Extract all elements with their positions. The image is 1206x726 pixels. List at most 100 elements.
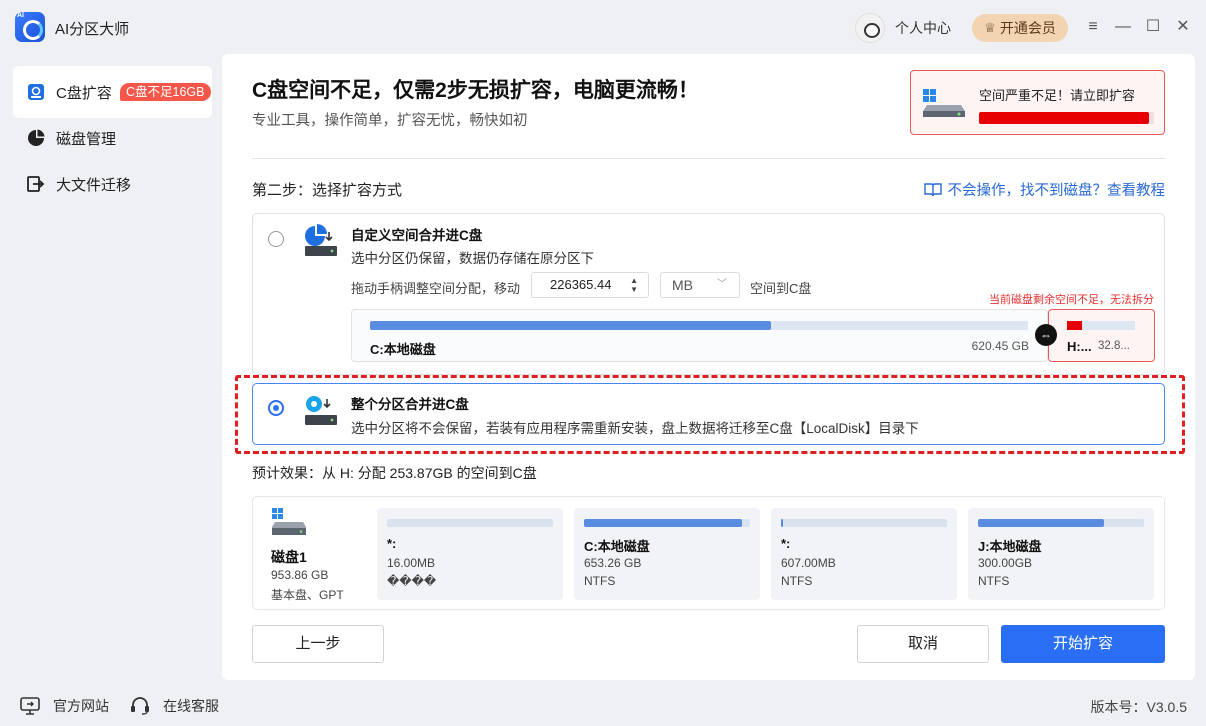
- radio-whole-merge[interactable]: [268, 400, 284, 416]
- warning-usage-fill: [979, 112, 1149, 124]
- move-amount-input[interactable]: 226365.44 ▲ ▼: [531, 272, 649, 298]
- sidebar-item-large-file-migrate[interactable]: 大文件迁移: [13, 158, 212, 210]
- space-warning-box: 空间严重不足！请立即扩容: [910, 70, 1165, 135]
- tutorial-link[interactable]: 不会操作，找不到磁盘？查看教程: [923, 179, 1165, 200]
- partition-card[interactable]: *: 607.00MB NTFS: [771, 508, 957, 600]
- partition-usage-bar: [781, 519, 947, 527]
- pie-chart-icon: [28, 129, 45, 146]
- option-desc: 选中分区仍保留，数据仍存储在原分区下: [351, 251, 594, 266]
- forecast-text: 预计效果：从 H: 分配 253.87GB 的空间到C盘: [252, 465, 537, 481]
- disk-type: 基本盘、GPT: [271, 588, 344, 602]
- partition-usage-fill: [978, 519, 1105, 527]
- disk-plus-icon: [28, 84, 44, 100]
- partition-usage-bar: [978, 519, 1144, 527]
- partition-name: C:本地磁盘: [584, 539, 650, 554]
- partition-fs: NTFS: [584, 574, 616, 588]
- online-support-link[interactable]: 在线客服: [130, 696, 219, 716]
- c-drive-usage-bar: [370, 321, 1028, 330]
- online-support-label: 在线客服: [163, 698, 219, 714]
- menu-icon[interactable]: ≡: [1083, 16, 1103, 38]
- partition-size: 653.26 GB: [584, 556, 642, 570]
- windows-disk-icon: [272, 508, 306, 535]
- partition-card[interactable]: *: 16.00MB ����: [377, 508, 563, 600]
- warning-usage-bar: [979, 112, 1154, 124]
- merge-drive-icon: [305, 396, 337, 425]
- chevron-down-icon: ﹀: [717, 279, 727, 290]
- official-website-label: 官方网站: [53, 698, 109, 714]
- sidebar-item-disk-manage[interactable]: 磁盘管理: [13, 112, 212, 164]
- windows-drive-icon: [923, 89, 965, 117]
- divider: [252, 158, 1165, 159]
- partition-size: 16.00MB: [387, 556, 436, 570]
- user-center-button[interactable]: 个人中心: [855, 13, 951, 43]
- sidebar-item-label: 大文件迁移: [56, 176, 132, 194]
- option-whole-merge[interactable]: 整个分区合并进C盘 选中分区将不会保留，若装有应用程序需重新安装，盘上数据将迁移…: [252, 383, 1165, 445]
- main-panel: C盘空间不足，仅需2步无损扩容，电脑更流畅！ 专业工具，操作简单，扩容无忧，畅快…: [222, 54, 1195, 680]
- partition-card[interactable]: J:本地磁盘 300.00GB NTFS: [968, 508, 1154, 600]
- sidebar-item-label: 磁盘管理: [56, 130, 117, 148]
- h-drive-name: H:...: [1067, 339, 1092, 354]
- h-drive-block: H:... 32.8...: [1048, 309, 1155, 362]
- vip-button-label: 开通会员: [999, 20, 1056, 36]
- migrate-icon: [27, 176, 45, 192]
- footer: 官方网站 在线客服 版本号：V3.0.5: [0, 686, 1206, 726]
- panda-avatar-icon: [855, 13, 885, 43]
- c-drive-block: C:本地磁盘 620.45 GB: [351, 309, 1048, 362]
- spinner-arrows-icon[interactable]: ▲ ▼: [630, 276, 638, 294]
- partition-size: 607.00MB: [781, 556, 836, 570]
- c-drive-name: C:本地磁盘: [370, 342, 436, 357]
- partition-size: 300.00GB: [978, 556, 1033, 570]
- c-drive-warning-badge: C盘不足16GB: [120, 83, 211, 101]
- unit-select[interactable]: MB ﹀: [660, 272, 740, 298]
- option-title: 整个分区合并进C盘: [351, 397, 469, 412]
- minimize-icon[interactable]: —: [1113, 16, 1133, 38]
- adjust-label: 拖动手柄调整空间分配，移动: [351, 281, 521, 296]
- official-website-link[interactable]: 官方网站: [20, 696, 109, 716]
- partition-usage-bar: [387, 519, 553, 527]
- disk-name: 磁盘1: [271, 549, 307, 565]
- partition-name: *:: [387, 536, 397, 551]
- h-drive-usage-fill: [1067, 321, 1082, 330]
- partition-fs: NTFS: [978, 574, 1010, 588]
- move-amount-value: 226365.44: [550, 277, 612, 292]
- app-logo-icon: AI: [15, 12, 45, 42]
- disk-preview-panel: 磁盘1 953.86 GB 基本盘、GPT *: 16.00MB ���� C:…: [252, 496, 1165, 610]
- c-drive-size: 620.45 GB: [971, 339, 1029, 353]
- close-icon[interactable]: ✕: [1173, 16, 1193, 38]
- h-drive-size: 32.8...: [1098, 340, 1130, 352]
- sidebar-item-label: C盘扩容: [56, 84, 112, 102]
- unit-select-value: MB: [672, 277, 693, 293]
- monitor-icon: [20, 697, 40, 715]
- title-bar: AI AI分区大师 个人中心 ♕ 开通会员 ≡ — ☐ ✕: [0, 0, 1206, 54]
- sidebar-item-c-expand[interactable]: C盘扩容 C盘不足16GB: [13, 66, 212, 118]
- step-label: 第二步：选择扩容方式: [252, 182, 403, 199]
- page-subtitle: 专业工具，操作简单，扩容无忧，畅快如初: [252, 113, 528, 129]
- split-drag-handle-icon[interactable]: ⇔: [1035, 324, 1057, 346]
- prev-step-button[interactable]: 上一步: [252, 625, 384, 663]
- partition-name: *:: [781, 536, 791, 551]
- partition-fs: ����: [387, 574, 437, 588]
- c-drive-usage-fill: [370, 321, 772, 330]
- option-custom-merge[interactable]: 自定义空间合并进C盘 选中分区仍保留，数据仍存储在原分区下 拖动手柄调整空间分配…: [252, 213, 1165, 375]
- user-center-label: 个人中心: [895, 20, 951, 36]
- partition-name: J:本地磁盘: [978, 539, 1042, 554]
- partition-card[interactable]: C:本地磁盘 653.26 GB NTFS: [574, 508, 760, 600]
- disk-size: 953.86 GB: [271, 568, 329, 582]
- headset-icon: [131, 697, 149, 715]
- option-desc: 选中分区将不会保留，若装有应用程序需重新安装，盘上数据将迁移至C盘【LocalD…: [351, 421, 919, 436]
- partition-usage-bar: [584, 519, 750, 527]
- book-icon: [923, 182, 942, 196]
- split-error-note: 当前磁盘剩余空间不足，无法拆分: [989, 294, 1154, 306]
- version-label: 版本号：V3.0.5: [1090, 699, 1187, 715]
- partition-usage-fill: [584, 519, 742, 527]
- to-c-label: 空间到C盘: [750, 281, 812, 296]
- radio-custom-merge[interactable]: [268, 231, 284, 247]
- partition-usage-fill: [781, 519, 783, 527]
- start-expand-button[interactable]: 开始扩容: [1001, 625, 1165, 663]
- crown-icon: ♕: [984, 20, 996, 35]
- partition-fs: NTFS: [781, 574, 813, 588]
- option-title: 自定义空间合并进C盘: [351, 228, 483, 243]
- vip-button[interactable]: ♕ 开通会员: [972, 14, 1068, 42]
- cancel-button[interactable]: 取消: [857, 625, 989, 663]
- maximize-icon[interactable]: ☐: [1143, 16, 1163, 38]
